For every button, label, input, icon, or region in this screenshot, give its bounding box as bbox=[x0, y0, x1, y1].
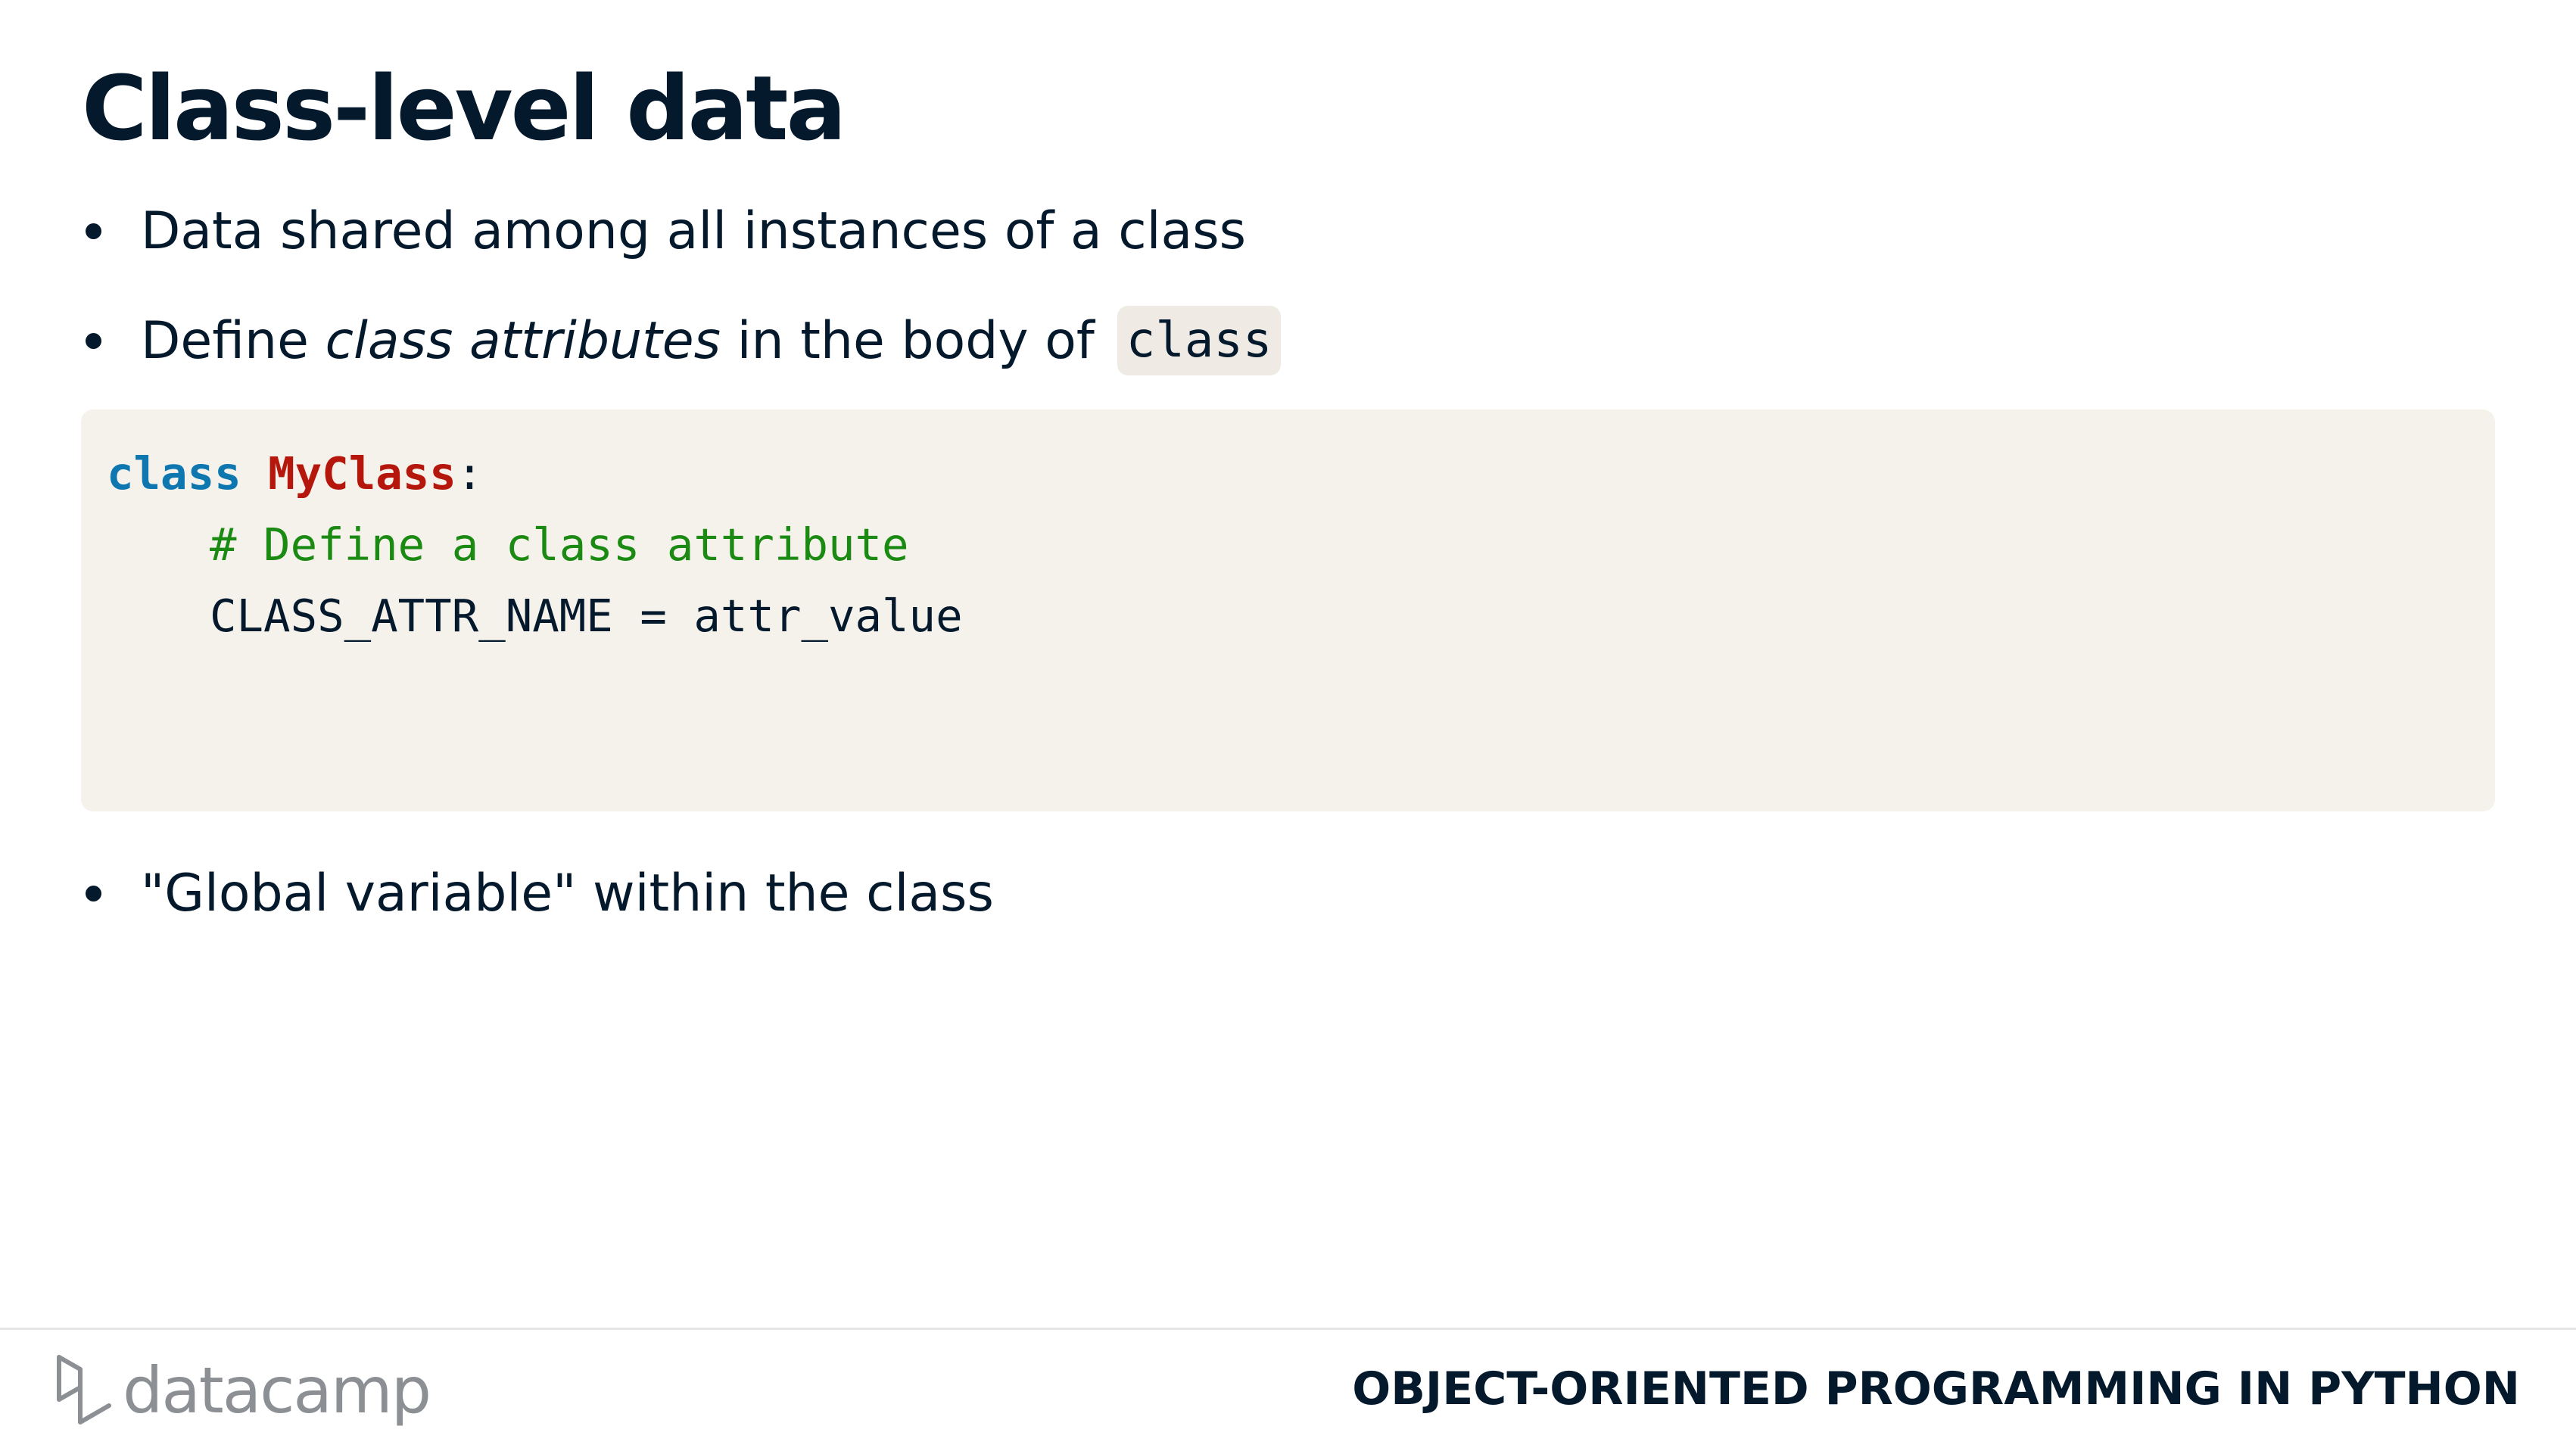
bullet-item-3: "Global variable" within the class bbox=[82, 855, 994, 931]
code-line-2: # Define a class attribute bbox=[107, 509, 2495, 581]
code-statement: CLASS_ATTR_NAME = attr_value bbox=[210, 590, 963, 642]
bullet-text-italic: class attributes bbox=[325, 310, 721, 371]
bullet-text: "Global variable" within the class bbox=[141, 863, 994, 923]
inline-code: class bbox=[1117, 306, 1282, 375]
datacamp-logo-icon bbox=[57, 1355, 111, 1425]
code-comment: # Define a class attribute bbox=[210, 518, 909, 571]
bullet-item-2: Define class attributes in the body of c… bbox=[82, 303, 1282, 378]
bullet-text-suffix: in the body of bbox=[721, 310, 1095, 371]
code-punct: : bbox=[456, 447, 484, 500]
bullet-dot-icon bbox=[86, 223, 101, 239]
bullet-item-1: Data shared among all instances of a cla… bbox=[82, 193, 1246, 269]
footer-divider bbox=[0, 1328, 2576, 1330]
bullet-dot-icon bbox=[86, 885, 101, 901]
bullet-text-prefix: Define bbox=[141, 310, 326, 371]
slide-title: Class-level data bbox=[82, 56, 846, 160]
code-keyword: class bbox=[107, 447, 241, 500]
course-title: OBJECT-ORIENTED PROGRAMMING IN PYTHON bbox=[1352, 1362, 2520, 1415]
datacamp-logo: datacamp bbox=[53, 1349, 431, 1432]
code-line-1: class MyClass: bbox=[107, 438, 2495, 509]
code-line-3: CLASS_ATTR_NAME = attr_value bbox=[107, 581, 2495, 652]
bullet-text: Data shared among all instances of a cla… bbox=[141, 201, 1247, 261]
bullet-dot-icon bbox=[86, 332, 101, 349]
bullet-text: Define class attributes in the body of bbox=[141, 311, 1095, 371]
logo-text: datacamp bbox=[123, 1353, 431, 1428]
code-class-name: MyClass bbox=[268, 447, 456, 500]
code-block: class MyClass: # Define a class attribut… bbox=[81, 409, 2495, 811]
